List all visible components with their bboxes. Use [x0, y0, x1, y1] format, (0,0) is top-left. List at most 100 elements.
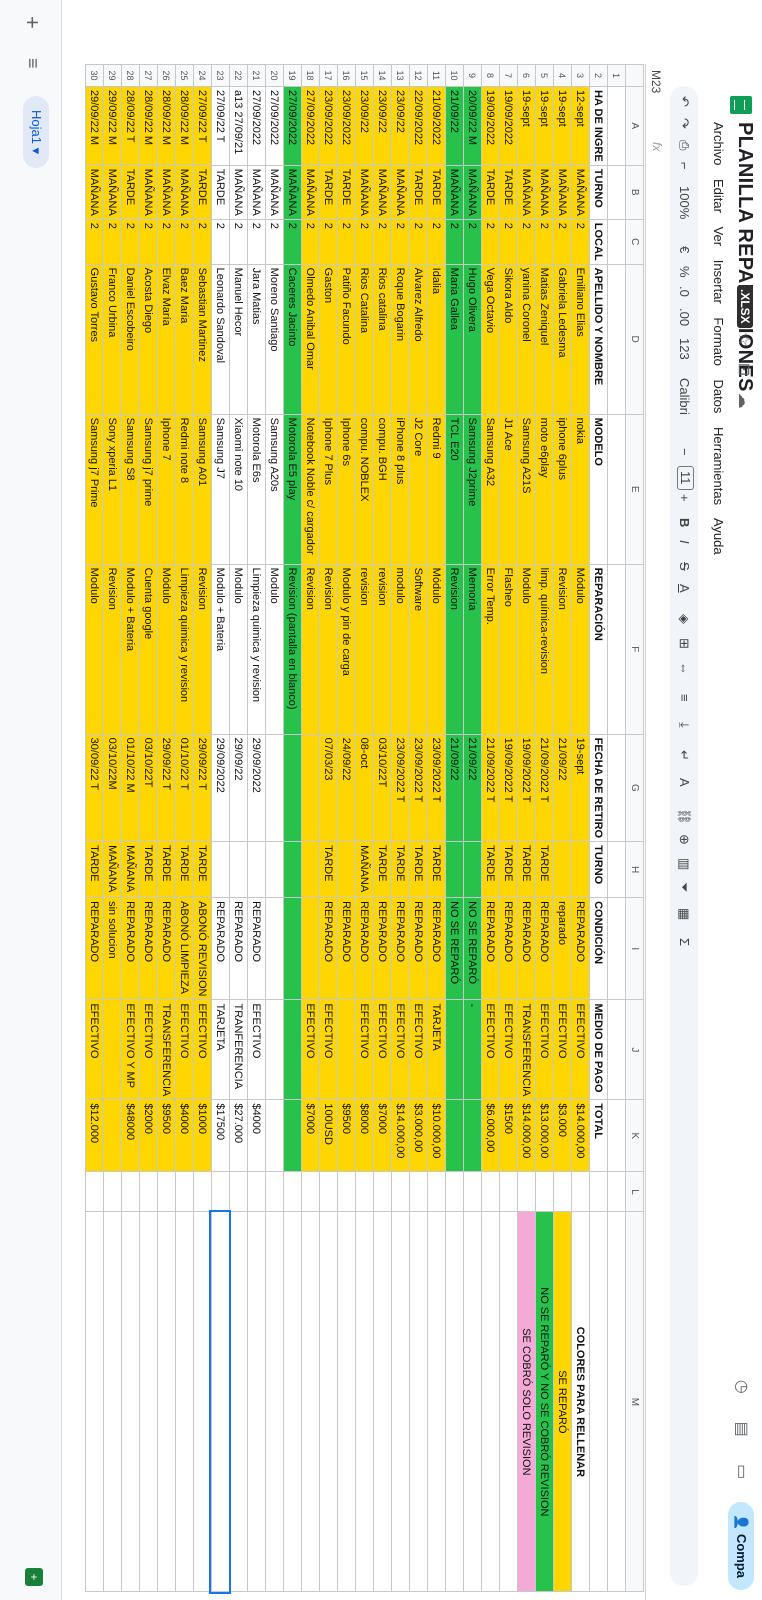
cell[interactable]: Memoria — [463, 564, 482, 735]
legend-item[interactable]: SE COBRÓ SOLO REVISION — [517, 1211, 536, 1592]
header-cell[interactable]: LOCAL — [589, 219, 608, 265]
cell[interactable]: $4000 — [247, 1099, 266, 1172]
cell[interactable]: TARDE — [517, 841, 536, 898]
explore-icon[interactable]: + — [25, 1568, 43, 1586]
cell[interactable]: 29/09/22 M — [103, 86, 122, 166]
legend-item[interactable]: NO SE REPARÓ Y NO SE COBRÓ REVISION — [535, 1211, 554, 1592]
cell[interactable] — [607, 219, 626, 265]
cell[interactable] — [499, 1171, 518, 1212]
cell[interactable]: Limpieza quimica y revision — [247, 564, 266, 735]
header-cell[interactable]: TOTAL — [589, 1099, 608, 1172]
cell[interactable]: Sikora Aldo — [499, 264, 518, 415]
cell[interactable]: $3.000 — [553, 1099, 572, 1172]
share-button[interactable]: 👤 Compa — [728, 1502, 754, 1590]
cell[interactable]: 2 — [391, 219, 410, 265]
cell[interactable]: revision — [355, 564, 374, 735]
cell[interactable]: Modulo — [265, 564, 284, 735]
cell[interactable]: EFECTIVO — [409, 999, 428, 1100]
cell[interactable]: MAÑANA — [355, 165, 374, 220]
cell[interactable] — [355, 1211, 374, 1592]
cell[interactable]: EFECTIVO — [553, 999, 572, 1100]
cell[interactable]: 2 — [85, 219, 104, 265]
row-number[interactable]: 26 — [157, 64, 176, 87]
cell[interactable] — [589, 1211, 608, 1592]
cell[interactable]: 24/09/22 — [337, 734, 356, 842]
cell[interactable]: 29/09/2022 — [211, 734, 230, 842]
cell[interactable]: Acosta Diego — [139, 264, 158, 415]
print-icon[interactable]: ⎙ — [676, 140, 692, 150]
cell[interactable] — [571, 841, 590, 898]
cell[interactable]: MAÑANA — [229, 165, 248, 220]
cell[interactable] — [607, 1171, 626, 1212]
cell[interactable]: 29/09/22 T — [193, 734, 212, 842]
cell[interactable]: TRANSFERENCIA — [517, 999, 536, 1100]
cell[interactable] — [607, 1211, 626, 1592]
cell[interactable]: 2 — [571, 219, 590, 265]
cell[interactable]: Alvarez Alfredo — [409, 264, 428, 415]
cell[interactable]: 2 — [517, 219, 536, 265]
cell[interactable]: TARDE — [211, 165, 230, 220]
cell[interactable]: 27/09/2022 — [283, 86, 302, 166]
column-header[interactable]: F — [625, 564, 644, 735]
cell[interactable]: Revision — [553, 564, 572, 735]
cell[interactable]: Samsung A21S — [517, 414, 536, 565]
cell[interactable] — [337, 1171, 356, 1212]
cell[interactable]: Caceres Jacinto — [283, 264, 302, 415]
cell[interactable] — [589, 1171, 608, 1212]
cell[interactable]: REPARADO — [571, 897, 590, 1000]
cell[interactable] — [553, 1171, 572, 1212]
cell[interactable] — [301, 897, 320, 1000]
cell[interactable]: MAÑANA — [445, 165, 464, 220]
more-formats[interactable]: 123 — [677, 338, 692, 360]
menu-formato[interactable]: Formato — [711, 317, 726, 365]
cell[interactable]: a13 27/09/21 — [229, 86, 248, 166]
cell[interactable]: 2 — [157, 219, 176, 265]
cell[interactable]: Maria Gallea — [445, 264, 464, 415]
cell[interactable]: $7000 — [373, 1099, 392, 1172]
cell[interactable] — [607, 841, 626, 898]
strikethrough-button[interactable]: S — [677, 562, 692, 571]
cell[interactable]: 2 — [319, 219, 338, 265]
cell[interactable]: nokia — [571, 414, 590, 565]
cell[interactable] — [409, 1211, 428, 1592]
bold-button[interactable]: B — [677, 518, 692, 527]
font-size-input[interactable]: 11 — [677, 466, 694, 490]
cell[interactable] — [175, 1211, 194, 1592]
cell[interactable] — [283, 1099, 302, 1172]
cell[interactable]: $13.000,00 — [535, 1099, 554, 1172]
row-number[interactable]: 12 — [409, 64, 428, 87]
cell[interactable]: TARDE — [193, 165, 212, 220]
history-icon[interactable]: ◷ — [730, 1375, 752, 1399]
cell[interactable] — [85, 1171, 104, 1212]
cell[interactable] — [607, 564, 626, 735]
cell[interactable]: Olmedo Anibal Omar — [301, 264, 320, 415]
cell[interactable]: 2 — [301, 219, 320, 265]
cell[interactable]: $9500 — [157, 1099, 176, 1172]
cell[interactable]: Revision — [319, 564, 338, 735]
cell[interactable]: TRANFERENCIA — [229, 999, 248, 1100]
cell[interactable]: MAÑANA — [517, 165, 536, 220]
cell[interactable]: Baez Maria — [175, 264, 194, 415]
cell[interactable]: J1 Ace — [499, 414, 518, 565]
row-number[interactable]: 8 — [481, 64, 500, 87]
cell[interactable]: TARDE — [337, 165, 356, 220]
cell[interactable]: MAÑANA — [391, 165, 410, 220]
cell[interactable]: 2 — [463, 219, 482, 265]
cell[interactable] — [445, 1211, 464, 1592]
italic-button[interactable]: I — [677, 540, 692, 544]
cell[interactable]: NO SE REPARÓ — [445, 897, 464, 1000]
cell[interactable]: 21/09/22 — [445, 734, 464, 842]
row-number[interactable]: 3 — [571, 64, 590, 87]
cell[interactable] — [445, 1171, 464, 1212]
cell[interactable] — [229, 1211, 248, 1592]
cell[interactable] — [445, 1099, 464, 1172]
cell[interactable]: 2 — [211, 219, 230, 265]
cell[interactable] — [337, 841, 356, 898]
cell[interactable]: 2 — [553, 219, 572, 265]
menu-datos[interactable]: Datos — [711, 379, 726, 413]
wrap-icon[interactable]: ↵ — [676, 750, 692, 761]
cell[interactable]: 21/09/22 — [463, 734, 482, 842]
cell[interactable]: TARDE — [373, 841, 392, 898]
cell[interactable]: EFECTIVO — [535, 999, 554, 1100]
cell[interactable]: 29/09/2022 — [247, 734, 266, 842]
